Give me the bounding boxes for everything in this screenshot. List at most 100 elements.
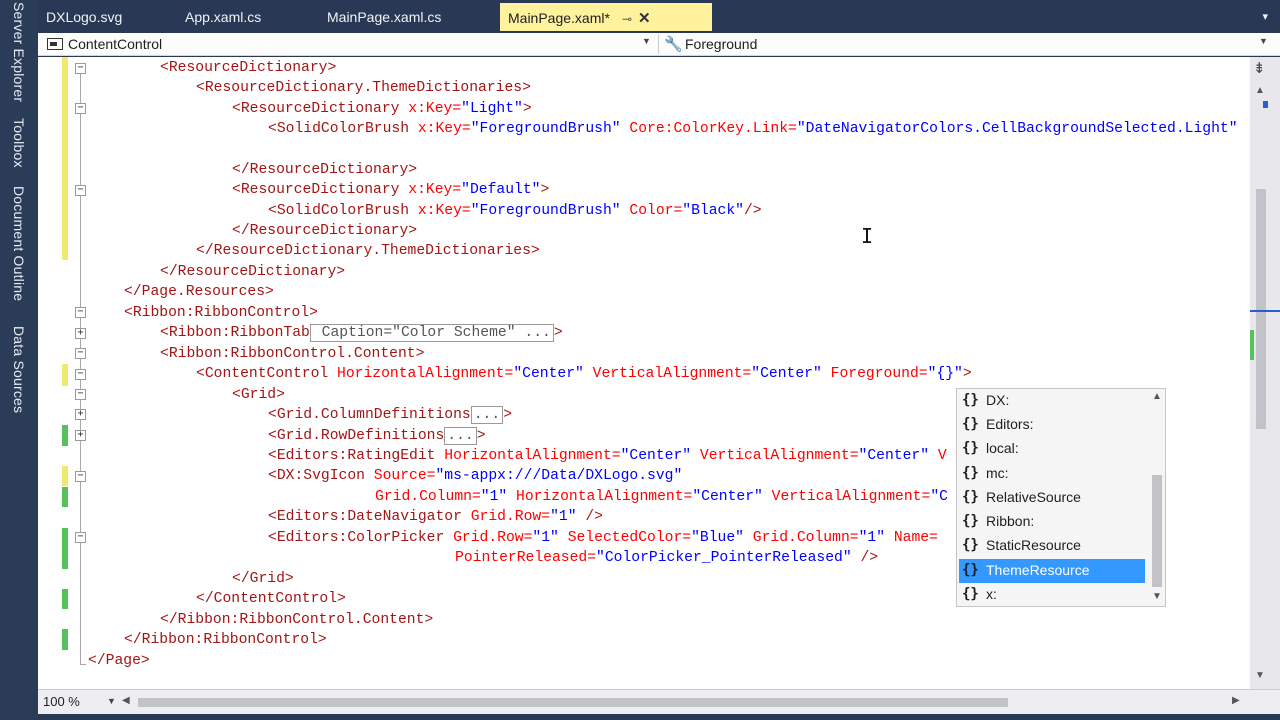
scroll-left-icon[interactable]: ◀ [122,695,130,706]
collapse-icon[interactable]: − [75,103,86,114]
saved-change-marker [62,528,68,569]
data-sources-tab[interactable]: Data Sources [11,326,27,413]
outline-guide-end [80,664,86,665]
collapse-icon[interactable]: − [75,389,86,400]
expand-icon[interactable]: + [75,430,86,441]
completion-item[interactable]: {} x: [959,583,1145,607]
caret-position-marker [1250,310,1280,312]
code-line: <Grid.RowDefinitions... > [268,427,486,445]
code-line: </ResourceDictionary> [232,223,418,239]
scroll-right-icon[interactable]: ▶ [1232,695,1240,706]
markup-extension-icon: {} [962,513,979,529]
collapse-icon[interactable]: − [75,369,86,380]
collapsed-region[interactable]: Caption="Color Scheme" ... [309,324,554,342]
collapse-icon[interactable]: − [75,532,86,543]
collapse-icon[interactable]: − [75,307,86,318]
code-line: <Editors:ColorPicker Grid.Row="1" Select… [268,530,938,546]
expand-icon[interactable]: + [75,328,86,339]
tab-overflow-icon[interactable]: ▾ [1262,10,1268,23]
code-line: </Ribbon:RibbonControl.Content> [160,612,434,628]
element-selector[interactable]: ContentControl ▼ [42,34,654,54]
scroll-up-icon[interactable]: ▲ [1152,391,1162,402]
toolbox-tab[interactable]: Toolbox [11,118,27,168]
code-line: </ResourceDictionary> [160,264,346,280]
markup-extension-icon: {} [962,416,979,432]
code-line: <Ribbon:RibbonTab Caption="Color Scheme"… [160,324,563,342]
property-selector[interactable]: 🔧 Foreground ▼ [658,34,1268,54]
scroll-marker [1263,101,1268,108]
tab-label: MainPage.xaml.cs [327,9,442,25]
pin-icon[interactable]: ⊸ [622,12,632,26]
document-tab-bar: DXLogo.svg App.xaml.cs MainPage.xaml.cs … [38,0,1280,33]
horizontal-scroll-thumb[interactable] [138,698,1008,707]
collapse-icon[interactable]: − [75,63,86,74]
code-line: </Page.Resources> [124,284,274,300]
completion-item[interactable]: {} StaticResource [959,534,1145,558]
saved-change-marker [62,589,68,609]
unsaved-change-marker [62,466,68,486]
completion-item[interactable]: {} Editors: [959,413,1145,437]
split-window-icon[interactable]: ⇟ [1253,59,1266,77]
wrench-icon: 🔧 [664,36,683,53]
completion-item[interactable]: {} DX: [959,389,1145,413]
collapse-icon[interactable]: − [75,471,86,482]
collapse-icon[interactable]: − [75,185,86,196]
navigation-bar: ContentControl ▼ 🔧 Foreground ▼ [38,33,1280,56]
code-line: <SolidColorBrush x:Key="ForegroundBrush"… [268,203,762,219]
code-line: <ResourceDictionary x:Key="Default"> [232,182,550,198]
text-cursor-icon: I [861,224,874,248]
code-line: <DX:SvgIcon Source="ms-appx:///Data/DXLo… [268,468,683,484]
completion-item[interactable]: {} RelativeSource [959,486,1145,510]
completion-scrollbar[interactable]: ▲ ▼ [1150,391,1164,605]
scroll-up-icon[interactable]: ▲ [1255,85,1265,96]
completion-item-selected[interactable]: {} ThemeResource [959,559,1145,583]
completion-list[interactable]: {} DX: {} Editors: {} local: {} mc: {} Relati… [956,388,1166,607]
code-line: Grid.Column="1" HorizontalAlignment="Cen… [375,489,948,505]
code-line: <ResourceDictionary> [160,60,337,76]
completion-item[interactable]: {} mc: [959,462,1145,486]
markup-extension-icon: {} [962,392,979,408]
code-line: <Ribbon:RibbonControl> [124,305,318,321]
server-explorer-tab[interactable]: Server Explorer [11,2,27,102]
tab-mainpage-xaml[interactable]: MainPage.xaml* ⊸ ✕ [500,3,712,31]
code-line: </Grid> [232,571,294,587]
vertical-scroll-thumb[interactable] [1256,189,1266,429]
tab-app-xaml-cs[interactable]: App.xaml.cs [177,3,269,31]
expand-icon[interactable]: + [75,409,86,420]
zoom-level[interactable]: 100 % [43,694,80,709]
editor-bottom-bar: 100 % ▼ ◀ ▶ [38,689,1280,714]
close-icon[interactable]: ✕ [638,9,651,27]
tab-label: DXLogo.svg [46,9,123,25]
code-line: <Ribbon:RibbonControl.Content> [160,346,425,362]
markup-extension-icon: {} [962,537,979,553]
scroll-down-icon[interactable]: ▼ [1255,670,1265,681]
saved-change-marker [62,629,68,650]
chevron-down-icon[interactable]: ▼ [107,696,116,706]
collapsed-region[interactable]: ... [470,406,504,424]
vertical-scrollbar[interactable]: ⇟ ▲ ▼ [1250,57,1280,689]
code-line: </Page> [88,653,150,669]
chevron-down-icon: ▼ [642,36,651,46]
document-outline-tab[interactable]: Document Outline [11,186,27,301]
collapsed-region[interactable]: ... [444,427,477,445]
tab-mainpage-xaml-cs[interactable]: MainPage.xaml.cs [319,3,449,31]
control-icon [47,38,63,50]
code-line: <ResourceDictionary.ThemeDictionaries> [196,80,531,96]
saved-change-marker [62,487,68,507]
tab-dxlogo-svg[interactable]: DXLogo.svg [38,3,130,31]
code-line: <Editors:DateNavigator Grid.Row="1" /> [268,509,603,525]
collapse-icon[interactable]: − [75,348,86,359]
markup-extension-icon: {} [962,465,979,481]
property-selector-label: Foreground [685,36,758,52]
code-line: </ResourceDictionary> [232,162,418,178]
visual-studio-window: Server Explorer Toolbox Document Outline… [0,0,1280,720]
completion-item[interactable]: {} local: [959,437,1145,461]
unsaved-change-marker [62,57,68,260]
tab-label: App.xaml.cs [185,9,262,25]
markup-extension-icon: {} [962,562,979,578]
completion-item[interactable]: {} Ribbon: [959,510,1145,534]
tool-window-strip: Server Explorer Toolbox Document Outline… [0,0,38,720]
markup-extension-icon: {} [962,489,979,505]
completion-scroll-thumb[interactable] [1152,475,1162,587]
scroll-down-icon[interactable]: ▼ [1152,591,1162,602]
